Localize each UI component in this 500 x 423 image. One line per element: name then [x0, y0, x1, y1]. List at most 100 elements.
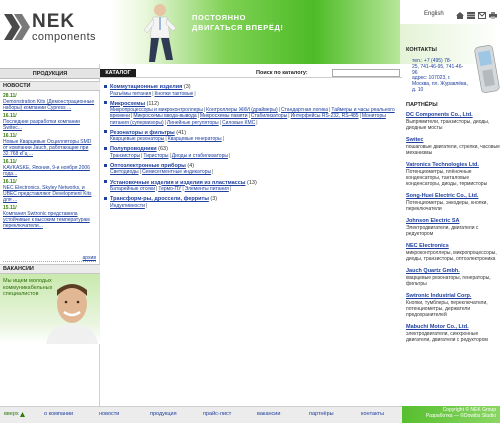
category-link-optoelectronics[interactable]: Оптоэлектронные приборы: [110, 163, 186, 169]
mobile-phone-image: [474, 45, 500, 93]
left-sidebar: ПРОДУКЦИЯ НОВОСТИ 28.11/ Demonstration K…: [0, 64, 100, 406]
subcategory-link[interactable]: Микросхемы ввода-вывода: [133, 113, 196, 119]
english-language-link[interactable]: English: [424, 11, 444, 17]
subcategory-list: Транзисторы|Тиристоры|Диоды и стабилизат…: [110, 152, 231, 159]
partner-link[interactable]: Swtronic Industrial Corp.: [406, 293, 500, 300]
contact-line: д. 10: [412, 86, 424, 93]
footer-link-about[interactable]: о компании: [44, 411, 73, 417]
partner-description: Электродвигатели, двигатели с редуктором: [406, 225, 479, 237]
partner-link[interactable]: DC Components Co., Ltd.: [406, 112, 500, 119]
bullet-icon: [104, 196, 107, 200]
site-footer: вверх о компании новости продукция прайс…: [0, 406, 500, 423]
category-count: (4): [187, 162, 195, 169]
catalog-search-input[interactable]: [332, 69, 400, 77]
footer-link-contacts[interactable]: контакты: [361, 411, 384, 417]
subcategory-link[interactable]: Кварцевые резонаторы: [110, 136, 164, 142]
category-count: (63): [158, 146, 168, 153]
subcategory-link[interactable]: Семисегментные индикаторы: [142, 169, 211, 175]
bullet-icon: [104, 163, 107, 167]
subcategory-link[interactable]: Кнопки тактовые: [155, 91, 194, 97]
news-link[interactable]: NEC Electronics, Skyley Networks, и UBEC…: [3, 185, 97, 203]
partner-link[interactable]: Song-Huei Electric Co., Ltd.: [406, 193, 500, 200]
partner-link[interactable]: Johnson Electric SA: [406, 218, 500, 225]
subcategory-link[interactable]: Диоды и стабилизаторы: [172, 153, 228, 159]
partner-item: NEC Electronics микроконтроллеры, микроп…: [406, 243, 500, 262]
bullet-icon: [104, 130, 107, 134]
category-link-switching[interactable]: Коммутационные изделия: [110, 84, 182, 90]
language-and-tools-bar: English: [424, 11, 500, 21]
catalog-tab[interactable]: КАТАЛОГ: [100, 69, 136, 77]
nek-logo[interactable]: NEK components: [4, 12, 104, 52]
news-link[interactable]: Компания Swtronic представила устойчивые…: [3, 211, 97, 229]
bullet-icon: [104, 84, 107, 88]
partners-heading: ПАРТНЁРЫ: [406, 102, 438, 108]
products-tab[interactable]: ПРОДУКЦИЯ: [0, 68, 100, 79]
news-link[interactable]: Demonstration Kits (Демонстрационные наб…: [3, 99, 97, 111]
subcategory-list: Светодиоды|Семисегментные индикаторы|: [110, 169, 214, 176]
catalog-category: Установочные изделия и изделия из пластм…: [104, 180, 400, 193]
category-count: (41): [176, 129, 187, 136]
catalog-category: Полупроводники (63) Транзисторы|Тиристор…: [104, 146, 400, 159]
partner-link[interactable]: Mabuchi Motor Co., Ltd.: [406, 324, 500, 331]
footer-link-products[interactable]: продукция: [150, 411, 177, 417]
subcategory-link[interactable]: Транзисторы: [110, 153, 140, 159]
category-link-semiconductors[interactable]: Полупроводники: [110, 146, 157, 152]
subcategory-list: Батарейные отсеки|Термо-ПУ|Элементы пита…: [110, 186, 232, 193]
back-to-top-link[interactable]: вверх: [4, 411, 19, 417]
footer-link-pricelist[interactable]: прайс-лист: [203, 411, 231, 417]
news-item: 16.11/ Последние разработки компании Swi…: [3, 113, 97, 131]
partner-link[interactable]: Jauch Quartz Gmbh.: [406, 268, 500, 275]
header-slogan: ПОСТОЯННО ДВИГАТЬСЯ ВПЕРЁД!: [192, 13, 382, 33]
vacancy-banner[interactable]: Мы ищем молодых коммуникабельных специал…: [0, 274, 100, 344]
subcategory-link[interactable]: Кварцевые генераторы: [168, 136, 222, 142]
subcategory-link[interactable]: Термо-ПУ: [158, 186, 181, 192]
subcategory-link[interactable]: Стабилизаторы: [251, 113, 287, 119]
partner-link[interactable]: NEC Electronics: [406, 243, 500, 250]
subcategory-link[interactable]: Разъёмы питания: [110, 91, 151, 97]
partner-link[interactable]: Vatronics Technologies Ltd.: [406, 162, 500, 169]
subcategory-link[interactable]: Линейные регуляторы: [167, 120, 219, 126]
developer-credit[interactable]: Разработка — ©Dowibs Studio: [402, 413, 496, 419]
footer-link-news[interactable]: новости: [99, 411, 119, 417]
mail-icon[interactable]: [478, 12, 486, 19]
category-link-resonators[interactable]: Резонаторы и фильтры: [110, 130, 175, 136]
catalog-category: Оптоэлектронные приборы (4) Светодиоды|С…: [104, 163, 400, 176]
news-link[interactable]: Последние разработки компании Switec...: [3, 119, 97, 131]
catalog-search-label: Поиск по каталогу:: [256, 70, 308, 76]
subcategory-link[interactable]: Силовые КМС: [222, 120, 255, 126]
subcategory-link[interactable]: Элементы питания: [185, 186, 229, 192]
category-link-installation[interactable]: Установочные изделия и изделия из пластм…: [110, 180, 246, 186]
home-icon[interactable]: [456, 12, 464, 19]
partner-item: Johnson Electric SA Электродвигатели, дв…: [406, 218, 500, 237]
subcategory-link[interactable]: Интерфейсы RS-232, RS-485: [291, 113, 359, 119]
category-link-ics[interactable]: Микросхемы: [110, 101, 145, 107]
contacts-block: тел.: +7 (495) 78- 25, 741-46-95, 741-46…: [412, 58, 474, 94]
logo-chevrons-icon: [4, 14, 30, 40]
subcategory-link[interactable]: Микросхемы памяти: [200, 113, 248, 119]
news-item: 15.11/ Компания Swtronic представила уст…: [3, 205, 97, 229]
subcategory-link[interactable]: Индуктивности: [110, 203, 145, 209]
news-link[interactable]: Новые Кварцевые Осцилляторы SMD от компа…: [3, 139, 97, 157]
news-link[interactable]: KAVKASKE, Япония, 9-и ноября 2006 года..…: [3, 165, 97, 177]
news-item: 16.11/ NEC Electronics, Skyley Networks,…: [3, 179, 97, 203]
footer-link-vacancies[interactable]: вакансии: [257, 411, 280, 417]
partner-item: Switec пошаговые двигатели, стрелки, час…: [406, 137, 500, 156]
footer-link-partners[interactable]: партнёры: [309, 411, 334, 417]
arrow-up-icon[interactable]: [20, 412, 25, 417]
category-count: (13): [247, 179, 257, 186]
subcategory-link[interactable]: Светодиоды: [110, 169, 139, 175]
logo-wordmark: NEK: [32, 11, 76, 32]
sitemap-icon[interactable]: [467, 12, 475, 19]
partner-description: Кнопки, тумблеры, переключатели, потенци…: [406, 300, 488, 318]
subcategory-link[interactable]: Тиристоры: [143, 153, 168, 159]
print-icon[interactable]: [489, 12, 497, 19]
partner-link[interactable]: Switec: [406, 137, 500, 144]
right-sidebar: КОНТАКТЫ тел.: +7 (495) 78- 25, 741-46-9…: [402, 40, 500, 406]
category-link-transformers[interactable]: Трансформ-ры, дроссели, ферриты: [110, 196, 209, 202]
catalog-category: Микросхемы (112) Микропроцессоры и микро…: [104, 101, 400, 126]
catalog-category: Трансформ-ры, дроссели, ферриты (3) Инду…: [104, 196, 400, 209]
slogan-line-2: ДВИГАТЬСЯ ВПЕРЁД!: [192, 23, 284, 32]
subcategory-link[interactable]: Батарейные отсеки: [110, 186, 155, 192]
news-divider: [3, 261, 96, 262]
contacts-heading: КОНТАКТЫ: [406, 47, 437, 53]
